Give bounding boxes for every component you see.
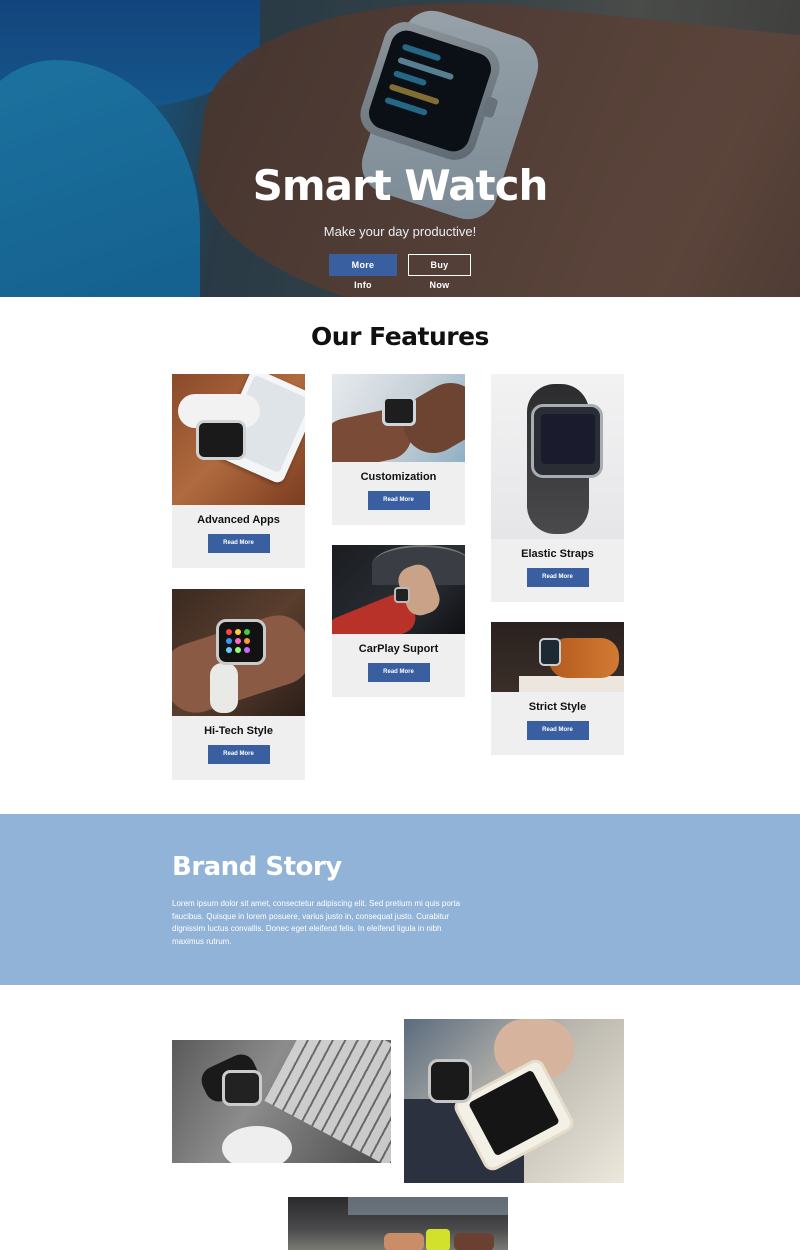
feature-image-strict-style: [491, 622, 624, 692]
gallery-image-straps: [288, 1197, 508, 1250]
gallery-image-phone: [404, 1019, 624, 1183]
feature-title: Hi-Tech Style: [204, 725, 273, 737]
feature-title: Elastic Straps: [521, 548, 594, 560]
brand-story-title: Brand Story: [172, 852, 342, 882]
feature-card-elastic-straps: Elastic Straps Read More: [491, 374, 624, 602]
read-more-button[interactable]: Read More: [526, 568, 589, 587]
brand-story-section: Brand Story Lorem ipsum dolor sit amet, …: [0, 814, 800, 985]
read-more-button[interactable]: Read More: [367, 663, 430, 682]
feature-card-strict-style: Strict Style Read More: [491, 622, 624, 755]
read-more-button[interactable]: Read More: [526, 721, 589, 740]
feature-title: Strict Style: [528, 701, 587, 713]
read-more-button[interactable]: Read More: [207, 534, 270, 553]
feature-title: Advanced Apps: [197, 514, 280, 526]
feature-title: CarPlay Suport: [358, 643, 439, 655]
gallery-image-keyboard: [172, 1040, 391, 1163]
feature-title: Customization: [360, 471, 437, 483]
feature-image-hi-tech-style: [172, 589, 305, 716]
read-more-button[interactable]: Read More: [367, 491, 430, 510]
hero-section: Smart Watch Make your day productive! Mo…: [0, 0, 800, 297]
feature-image-carplay-support: [332, 545, 465, 634]
feature-card-hi-tech-style: Hi-Tech Style Read More: [172, 589, 305, 780]
brand-story-text: Lorem ipsum dolor sit amet, consectetur …: [172, 899, 461, 946]
read-more-button[interactable]: Read More: [207, 745, 270, 764]
feature-card-customization: Customization Read More: [332, 374, 465, 525]
feature-image-customization: [332, 374, 465, 462]
features-title: Our Features: [311, 322, 489, 351]
buy-now-button[interactable]: Buy Now: [408, 254, 471, 290]
feature-card-carplay-support: CarPlay Suport Read More: [332, 545, 465, 697]
hero-title: Smart Watch: [252, 161, 549, 210]
feature-card-advanced-apps: Advanced Apps Read More: [172, 374, 305, 568]
hero-buttons: More Info Buy Now: [0, 254, 800, 290]
more-info-button[interactable]: More Info: [329, 254, 397, 290]
feature-image-elastic-straps: [491, 374, 624, 539]
hero-subtitle: Make your day productive!: [323, 224, 477, 239]
feature-image-advanced-apps: [172, 374, 305, 505]
hero-content: Smart Watch Make your day productive! Mo…: [0, 160, 800, 290]
